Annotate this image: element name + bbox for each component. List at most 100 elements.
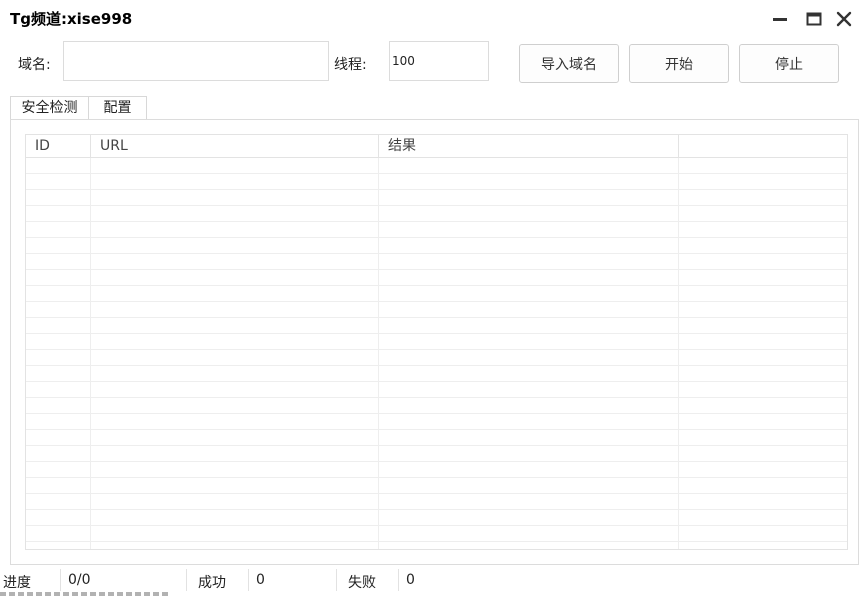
table-cell [91, 254, 379, 269]
table-cell [679, 254, 847, 269]
table-row[interactable] [26, 542, 847, 549]
table-cell [379, 158, 679, 173]
table-row[interactable] [26, 398, 847, 414]
table-cell [379, 366, 679, 381]
maximize-button[interactable] [804, 9, 824, 29]
column-header-extra[interactable] [679, 135, 847, 157]
table-cell [26, 510, 91, 525]
table-row[interactable] [26, 446, 847, 462]
table-cell [679, 382, 847, 397]
table-row[interactable] [26, 430, 847, 446]
table-cell [679, 430, 847, 445]
table-cell [379, 174, 679, 189]
table-cell [91, 478, 379, 493]
table-cell [379, 254, 679, 269]
close-button[interactable] [834, 9, 854, 29]
table-row[interactable] [26, 270, 847, 286]
minimize-icon [773, 18, 787, 21]
table-cell [679, 446, 847, 461]
domain-label: 域名: [18, 57, 51, 73]
close-icon [836, 11, 852, 27]
table-cell [379, 270, 679, 285]
table-row[interactable] [26, 238, 847, 254]
table-cell [26, 286, 91, 301]
table-cell [379, 350, 679, 365]
table-row[interactable] [26, 334, 847, 350]
table-row[interactable] [26, 462, 847, 478]
table-cell [91, 334, 379, 349]
fail-label: 失败 [348, 575, 376, 591]
table-row[interactable] [26, 350, 847, 366]
table-row[interactable] [26, 174, 847, 190]
table-cell [91, 158, 379, 173]
table-cell [26, 366, 91, 381]
table-cell [379, 446, 679, 461]
table-row[interactable] [26, 222, 847, 238]
table-row[interactable] [26, 190, 847, 206]
column-header-url[interactable]: URL [91, 135, 379, 157]
table-cell [26, 414, 91, 429]
table-cell [379, 414, 679, 429]
table-row[interactable] [26, 254, 847, 270]
import-domains-button[interactable]: 导入域名 [519, 44, 619, 83]
table-cell [91, 190, 379, 205]
results-table[interactable]: ID URL 结果 [25, 134, 848, 550]
table-cell [379, 398, 679, 413]
table-cell [379, 526, 679, 541]
progress-label: 进度 [3, 575, 31, 591]
table-cell [679, 494, 847, 509]
table-cell [91, 526, 379, 541]
tab-config[interactable]: 配置 [89, 96, 147, 119]
table-row[interactable] [26, 414, 847, 430]
table-cell [679, 222, 847, 237]
table-cell [679, 366, 847, 381]
tab-security-check[interactable]: 安全检测 [10, 96, 89, 119]
threads-label: 线程: [334, 57, 367, 73]
maximize-icon [806, 12, 822, 26]
table-cell [91, 414, 379, 429]
column-header-id[interactable]: ID [26, 135, 91, 157]
table-cell [91, 366, 379, 381]
table-cell [679, 542, 847, 549]
status-divider [336, 569, 337, 591]
table-row[interactable] [26, 366, 847, 382]
table-row[interactable] [26, 158, 847, 174]
table-cell [379, 206, 679, 221]
table-row[interactable] [26, 302, 847, 318]
table-cell [91, 510, 379, 525]
table-cell [679, 286, 847, 301]
table-cell [379, 510, 679, 525]
table-row[interactable] [26, 206, 847, 222]
table-row[interactable] [26, 494, 847, 510]
table-cell [679, 462, 847, 477]
table-cell [91, 350, 379, 365]
domain-input[interactable] [63, 41, 329, 81]
table-row[interactable] [26, 510, 847, 526]
table-cell [679, 478, 847, 493]
table-cell [379, 318, 679, 333]
table-cell [91, 318, 379, 333]
table-cell [679, 270, 847, 285]
table-cell [26, 190, 91, 205]
table-cell [379, 222, 679, 237]
success-value: 0 [256, 572, 265, 588]
table-cell [379, 238, 679, 253]
status-divider [398, 569, 399, 591]
table-row[interactable] [26, 318, 847, 334]
table-cell [379, 430, 679, 445]
stop-button[interactable]: 停止 [739, 44, 839, 83]
table-row[interactable] [26, 526, 847, 542]
table-cell [679, 334, 847, 349]
table-cell [26, 462, 91, 477]
threads-input[interactable] [389, 41, 489, 81]
table-cell [91, 270, 379, 285]
table-row[interactable] [26, 478, 847, 494]
table-cell [26, 270, 91, 285]
column-header-result[interactable]: 结果 [379, 135, 679, 157]
progress-value: 0/0 [68, 572, 91, 588]
start-button[interactable]: 开始 [629, 44, 729, 83]
minimize-button[interactable] [770, 9, 790, 29]
table-row[interactable] [26, 286, 847, 302]
table-row[interactable] [26, 382, 847, 398]
table-cell [679, 526, 847, 541]
